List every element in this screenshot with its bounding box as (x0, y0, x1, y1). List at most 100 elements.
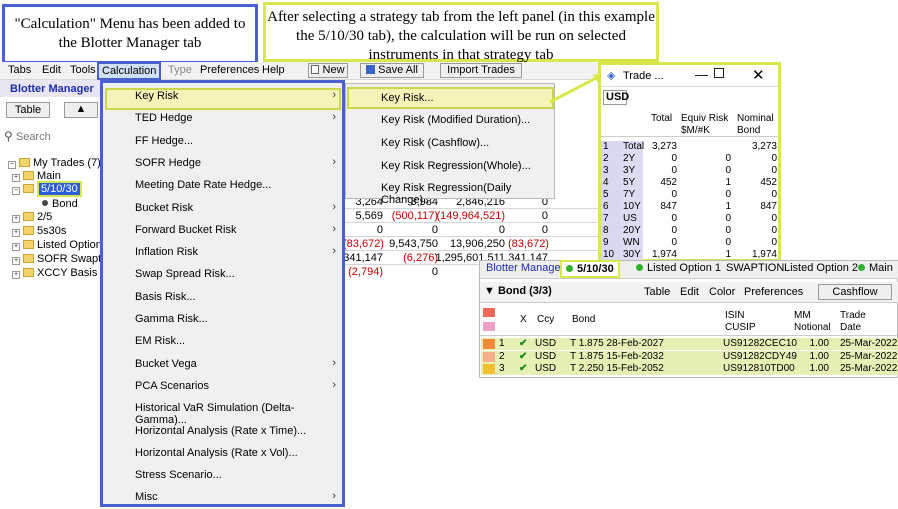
menu-item[interactable]: Inflation Risk (135, 246, 198, 258)
menu-item[interactable]: TED Hedge (135, 112, 192, 124)
tab-swaption[interactable]: SWAPTION (726, 262, 784, 274)
cell-equiv-risk: 1 (725, 201, 731, 212)
checkmark-icon[interactable]: ✔ (519, 363, 527, 374)
import-trades-button[interactable]: Import Trades (440, 63, 522, 78)
submenu-key-risk[interactable]: Key Risk... (381, 92, 434, 104)
cell-total: 0 (671, 213, 677, 224)
save-all-button[interactable]: Save All (360, 63, 424, 78)
search-box[interactable]: ⚲ Search (4, 129, 100, 145)
bullet-icon (42, 200, 48, 206)
menu-item[interactable]: Horizontal Analysis (Rate x Vol)... (135, 447, 298, 459)
import-trades-label: Import Trades (447, 64, 515, 76)
menu-item[interactable]: SOFR Hedge (135, 157, 201, 169)
tab-5-10-30[interactable]: 5/10/30 (560, 260, 620, 278)
cell-bond: T 2.250 15-Feb-2052 (570, 363, 664, 374)
submenu-key-risk-regression-daily[interactable]: Key Risk Regression(Daily Change)... (381, 182, 554, 206)
checkmark-icon[interactable]: ✔ (519, 338, 527, 349)
minimize-icon[interactable]: — (695, 67, 708, 82)
table-button[interactable]: Table (6, 102, 50, 118)
menu-item[interactable]: Swap Spread Risk... (135, 268, 235, 280)
menu-preferences[interactable]: Preferences (200, 64, 259, 76)
table-row[interactable]: 2 ✔ USD T 1.875 15-Feb-2032 US91282CDY49 1.00… (481, 350, 898, 363)
submenu-key-risk-cashflow[interactable]: Key Risk (Cashflow)... (381, 137, 489, 149)
tree-item-5s30s[interactable]: +5s30s (12, 225, 66, 237)
bond-group-toggle[interactable]: ▼ Bond (3/3) (484, 285, 552, 297)
cashflow-button[interactable]: Cashflow (818, 284, 892, 300)
collapse-icon[interactable]: − (12, 187, 20, 195)
trade-window-title: Trade ... (623, 70, 664, 82)
menu-help[interactable]: Help (262, 64, 285, 76)
tree-item-5-10-30[interactable]: − 5/10/30 (12, 181, 82, 197)
collapse-up-button[interactable]: ▲ (64, 102, 98, 118)
menu-item[interactable]: PCA Scenarios (135, 380, 209, 392)
bond-group-label: Bond (3/3) (497, 285, 552, 297)
tab-listed-option-2[interactable]: Listed Option 2 (784, 262, 858, 274)
menu-calculation[interactable]: Calculation (97, 62, 162, 80)
collapse-icon[interactable]: − (8, 161, 16, 169)
callout-left-text: "Calculation" Menu has been added to the… (14, 16, 246, 51)
menu-item[interactable]: Horizontal Analysis (Rate x Time)... (135, 425, 306, 437)
cell-trade-date: 25-Mar-2022 (840, 338, 898, 349)
close-icon[interactable]: ✕ (752, 66, 765, 84)
tab-listed-option-1[interactable]: Listed Option 1 (636, 262, 721, 274)
menu-item[interactable]: Key Risk (135, 90, 178, 102)
menu-edit[interactable]: Edit (680, 286, 699, 298)
chevron-right-icon: › (332, 155, 336, 168)
chevron-right-icon: › (332, 378, 336, 391)
tree-item-listed-option-1[interactable]: + Listed Option 1 (12, 239, 111, 251)
menu-edit[interactable]: Edit (42, 64, 61, 76)
expand-icon[interactable]: + (12, 271, 20, 279)
tab-blotter-manager[interactable]: Blotter Manager (486, 262, 564, 274)
table-row[interactable]: 1 ✔ USD T 1.875 28-Feb-2027 US91282CEC10 1.00… (481, 338, 898, 350)
menu-item[interactable]: FF Hedge... (135, 135, 193, 147)
menu-preferences[interactable]: Preferences (744, 286, 803, 298)
menu-item[interactable]: Bucket Risk (135, 202, 193, 214)
menu-item[interactable]: Basis Risk... (135, 291, 196, 303)
tree-root[interactable]: − My Trades (7) (8, 157, 101, 169)
search-input[interactable]: Search (16, 131, 51, 143)
cell-isin: US91282CDY49 (723, 350, 797, 362)
cell-notional: 1.00 (809, 363, 829, 374)
menu-item[interactable]: Bucket Vega (135, 358, 197, 370)
menu-item[interactable]: Meeting Date Rate Hedge... (135, 179, 271, 191)
maximize-icon[interactable] (714, 68, 724, 78)
expand-icon[interactable]: + (12, 243, 20, 251)
expand-icon[interactable]: + (12, 229, 20, 237)
menu-item[interactable]: EM Risk... (135, 335, 185, 347)
submenu-key-risk-regression-whole[interactable]: Key Risk Regression(Whole)... (381, 160, 531, 172)
tab-main[interactable]: Main (858, 262, 893, 274)
expand-icon[interactable]: + (12, 257, 20, 265)
menu-color[interactable]: Color (709, 286, 735, 298)
expand-icon[interactable]: + (12, 174, 20, 182)
cell-nominal: 0 (771, 237, 777, 248)
tree-item-bond[interactable]: Bond (42, 198, 78, 210)
row-number: 1 (499, 338, 505, 349)
currency-tab-usd[interactable]: USD (603, 90, 629, 105)
menu-item[interactable]: Forward Bucket Risk (135, 224, 236, 236)
cell-total: 3,273 (651, 141, 677, 152)
tree-item-label: 2/5 (37, 211, 53, 223)
menu-item[interactable]: Misc (135, 491, 158, 503)
table-row[interactable]: 3 ✔ USD T 2.250 15-Feb-2052 US912810TD00 1.00… (481, 363, 898, 375)
cell-equiv-risk: 0 (725, 189, 731, 200)
cell-nominal: 0 (771, 165, 777, 176)
menu-type[interactable]: Type (168, 64, 192, 76)
color-swatch (483, 322, 495, 331)
header-mm-notional: MM Notional (794, 310, 831, 333)
checkmark-icon[interactable]: ✔ (519, 351, 527, 362)
menu-item[interactable]: Historical VaR Simulation (Delta-Gamma).… (135, 402, 342, 426)
menu-item[interactable]: Gamma Risk... (135, 313, 208, 325)
menu-tools[interactable]: Tools (70, 64, 96, 76)
folder-icon (23, 212, 34, 221)
color-swatch (483, 351, 495, 362)
submenu-key-risk-modified-duration[interactable]: Key Risk (Modified Duration)... (381, 114, 530, 126)
row-number: 1 (601, 141, 621, 153)
expand-icon[interactable]: + (12, 215, 20, 223)
tree-item-2-5[interactable]: +2/5 (12, 211, 52, 223)
menu-table[interactable]: Table (644, 286, 670, 298)
menu-tabs[interactable]: Tabs (8, 64, 31, 76)
new-button[interactable]: New (308, 63, 348, 78)
cell-trade-date: 25-Mar-2022 (840, 350, 898, 362)
menu-item[interactable]: Stress Scenario... (135, 469, 222, 481)
grid-cell: 0 (541, 210, 548, 222)
